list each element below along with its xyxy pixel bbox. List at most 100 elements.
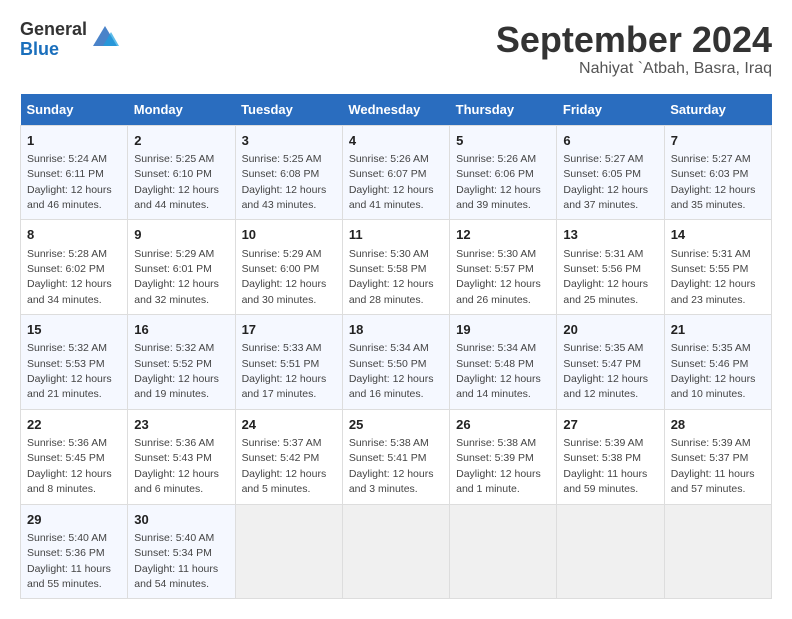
day-info: Sunrise: 5:31 AM Sunset: 5:55 PM Dayligh… xyxy=(671,248,756,306)
day-number: 24 xyxy=(242,416,336,434)
logo-blue-text: Blue xyxy=(20,40,87,60)
table-row: 19 Sunrise: 5:34 AM Sunset: 5:48 PM Dayli… xyxy=(450,315,557,410)
day-number: 14 xyxy=(671,226,765,244)
table-row: 30 Sunrise: 5:40 AM Sunset: 5:34 PM Dayli… xyxy=(128,504,235,599)
day-info: Sunrise: 5:33 AM Sunset: 5:51 PM Dayligh… xyxy=(242,342,327,400)
col-thursday: Thursday xyxy=(450,94,557,126)
table-row: 13 Sunrise: 5:31 AM Sunset: 5:56 PM Dayli… xyxy=(557,220,664,315)
table-row xyxy=(450,504,557,599)
day-info: Sunrise: 5:37 AM Sunset: 5:42 PM Dayligh… xyxy=(242,437,327,495)
title-section: September 2024 Nahiyat `Atbah, Basra, Ir… xyxy=(496,20,772,78)
day-info: Sunrise: 5:29 AM Sunset: 6:01 PM Dayligh… xyxy=(134,248,219,306)
day-number: 4 xyxy=(349,132,443,150)
day-info: Sunrise: 5:27 AM Sunset: 6:05 PM Dayligh… xyxy=(563,153,648,211)
table-row xyxy=(342,504,449,599)
day-number: 30 xyxy=(134,511,228,529)
table-row: 7 Sunrise: 5:27 AM Sunset: 6:03 PM Daylig… xyxy=(664,125,771,220)
calendar-table: Sunday Monday Tuesday Wednesday Thursday… xyxy=(20,94,772,600)
day-info: Sunrise: 5:34 AM Sunset: 5:48 PM Dayligh… xyxy=(456,342,541,400)
day-info: Sunrise: 5:25 AM Sunset: 6:08 PM Dayligh… xyxy=(242,153,327,211)
table-row: 10 Sunrise: 5:29 AM Sunset: 6:00 PM Dayli… xyxy=(235,220,342,315)
day-number: 29 xyxy=(27,511,121,529)
table-row xyxy=(557,504,664,599)
table-row: 16Sunrise: 5:32 AM Sunset: 5:52 PM Dayli… xyxy=(128,315,235,410)
day-number: 23 xyxy=(134,416,228,434)
table-row: 8 Sunrise: 5:28 AM Sunset: 6:02 PM Daylig… xyxy=(21,220,128,315)
col-tuesday: Tuesday xyxy=(235,94,342,126)
table-row: 28 Sunrise: 5:39 AM Sunset: 5:37 PM Dayli… xyxy=(664,409,771,504)
day-info: Sunrise: 5:30 AM Sunset: 5:58 PM Dayligh… xyxy=(349,248,434,306)
day-info: Sunrise: 5:35 AM Sunset: 5:47 PM Dayligh… xyxy=(563,342,648,400)
month-title: September 2024 xyxy=(496,20,772,60)
day-info: Sunrise: 5:34 AM Sunset: 5:50 PM Dayligh… xyxy=(349,342,434,400)
day-info: Sunrise: 5:30 AM Sunset: 5:57 PM Dayligh… xyxy=(456,248,541,306)
table-row: 4 Sunrise: 5:26 AM Sunset: 6:07 PM Daylig… xyxy=(342,125,449,220)
location: Nahiyat `Atbah, Basra, Iraq xyxy=(496,60,772,78)
day-info: Sunrise: 5:35 AM Sunset: 5:46 PM Dayligh… xyxy=(671,342,756,400)
page-header: General Blue September 2024 Nahiyat `Atb… xyxy=(20,20,772,78)
table-row: 29 Sunrise: 5:40 AM Sunset: 5:36 PM Dayli… xyxy=(21,504,128,599)
day-number: 22 xyxy=(27,416,121,434)
day-number: 16 xyxy=(134,321,228,339)
table-row: 24 Sunrise: 5:37 AM Sunset: 5:42 PM Dayli… xyxy=(235,409,342,504)
day-number: 10 xyxy=(242,226,336,244)
day-number: 18 xyxy=(349,321,443,339)
day-number: 8 xyxy=(27,226,121,244)
table-row: 27Sunrise: 5:39 AM Sunset: 5:38 PM Dayli… xyxy=(557,409,664,504)
table-row: 5Sunrise: 5:26 AM Sunset: 6:06 PM Daylig… xyxy=(450,125,557,220)
col-sunday: Sunday xyxy=(21,94,128,126)
table-row: 23 Sunrise: 5:36 AM Sunset: 5:43 PM Dayli… xyxy=(128,409,235,504)
day-number: 17 xyxy=(242,321,336,339)
calendar-week-row: 22 Sunrise: 5:36 AM Sunset: 5:45 PM Dayli… xyxy=(21,409,772,504)
day-info: Sunrise: 5:40 AM Sunset: 5:34 PM Dayligh… xyxy=(134,532,218,590)
calendar-header-row: Sunday Monday Tuesday Wednesday Thursday… xyxy=(21,94,772,126)
table-row: 18 Sunrise: 5:34 AM Sunset: 5:50 PM Dayli… xyxy=(342,315,449,410)
day-number: 1 xyxy=(27,132,121,150)
day-number: 9 xyxy=(134,226,228,244)
day-info: Sunrise: 5:32 AM Sunset: 5:53 PM Dayligh… xyxy=(27,342,112,400)
day-number: 7 xyxy=(671,132,765,150)
table-row: 1Sunrise: 5:24 AM Sunset: 6:11 PM Daylig… xyxy=(21,125,128,220)
logo-general-text: General xyxy=(20,20,87,40)
table-row: 22 Sunrise: 5:36 AM Sunset: 5:45 PM Dayli… xyxy=(21,409,128,504)
logo: General Blue xyxy=(20,20,119,60)
day-number: 20 xyxy=(563,321,657,339)
day-info: Sunrise: 5:38 AM Sunset: 5:39 PM Dayligh… xyxy=(456,437,541,495)
day-info: Sunrise: 5:31 AM Sunset: 5:56 PM Dayligh… xyxy=(563,248,648,306)
day-info: Sunrise: 5:39 AM Sunset: 5:38 PM Dayligh… xyxy=(563,437,647,495)
day-number: 12 xyxy=(456,226,550,244)
day-number: 6 xyxy=(563,132,657,150)
calendar-week-row: 15Sunrise: 5:32 AM Sunset: 5:53 PM Dayli… xyxy=(21,315,772,410)
logo-icon xyxy=(91,24,119,52)
table-row: 9 Sunrise: 5:29 AM Sunset: 6:01 PM Daylig… xyxy=(128,220,235,315)
table-row: 20 Sunrise: 5:35 AM Sunset: 5:47 PM Dayli… xyxy=(557,315,664,410)
day-number: 28 xyxy=(671,416,765,434)
day-info: Sunrise: 5:27 AM Sunset: 6:03 PM Dayligh… xyxy=(671,153,756,211)
day-number: 25 xyxy=(349,416,443,434)
day-info: Sunrise: 5:29 AM Sunset: 6:00 PM Dayligh… xyxy=(242,248,327,306)
day-number: 21 xyxy=(671,321,765,339)
day-info: Sunrise: 5:39 AM Sunset: 5:37 PM Dayligh… xyxy=(671,437,755,495)
day-number: 2 xyxy=(134,132,228,150)
col-wednesday: Wednesday xyxy=(342,94,449,126)
table-row: 26 Sunrise: 5:38 AM Sunset: 5:39 PM Dayli… xyxy=(450,409,557,504)
day-info: Sunrise: 5:28 AM Sunset: 6:02 PM Dayligh… xyxy=(27,248,112,306)
day-number: 19 xyxy=(456,321,550,339)
day-info: Sunrise: 5:38 AM Sunset: 5:41 PM Dayligh… xyxy=(349,437,434,495)
table-row: 3Sunrise: 5:25 AM Sunset: 6:08 PM Daylig… xyxy=(235,125,342,220)
table-row: 21 Sunrise: 5:35 AM Sunset: 5:46 PM Dayli… xyxy=(664,315,771,410)
day-info: Sunrise: 5:36 AM Sunset: 5:43 PM Dayligh… xyxy=(134,437,219,495)
table-row: 25 Sunrise: 5:38 AM Sunset: 5:41 PM Dayli… xyxy=(342,409,449,504)
col-friday: Friday xyxy=(557,94,664,126)
table-row xyxy=(664,504,771,599)
col-monday: Monday xyxy=(128,94,235,126)
day-number: 26 xyxy=(456,416,550,434)
day-number: 13 xyxy=(563,226,657,244)
table-row: 17 Sunrise: 5:33 AM Sunset: 5:51 PM Dayli… xyxy=(235,315,342,410)
day-info: Sunrise: 5:26 AM Sunset: 6:07 PM Dayligh… xyxy=(349,153,434,211)
day-number: 5 xyxy=(456,132,550,150)
day-info: Sunrise: 5:36 AM Sunset: 5:45 PM Dayligh… xyxy=(27,437,112,495)
day-info: Sunrise: 5:40 AM Sunset: 5:36 PM Dayligh… xyxy=(27,532,111,590)
table-row xyxy=(235,504,342,599)
calendar-week-row: 8 Sunrise: 5:28 AM Sunset: 6:02 PM Daylig… xyxy=(21,220,772,315)
